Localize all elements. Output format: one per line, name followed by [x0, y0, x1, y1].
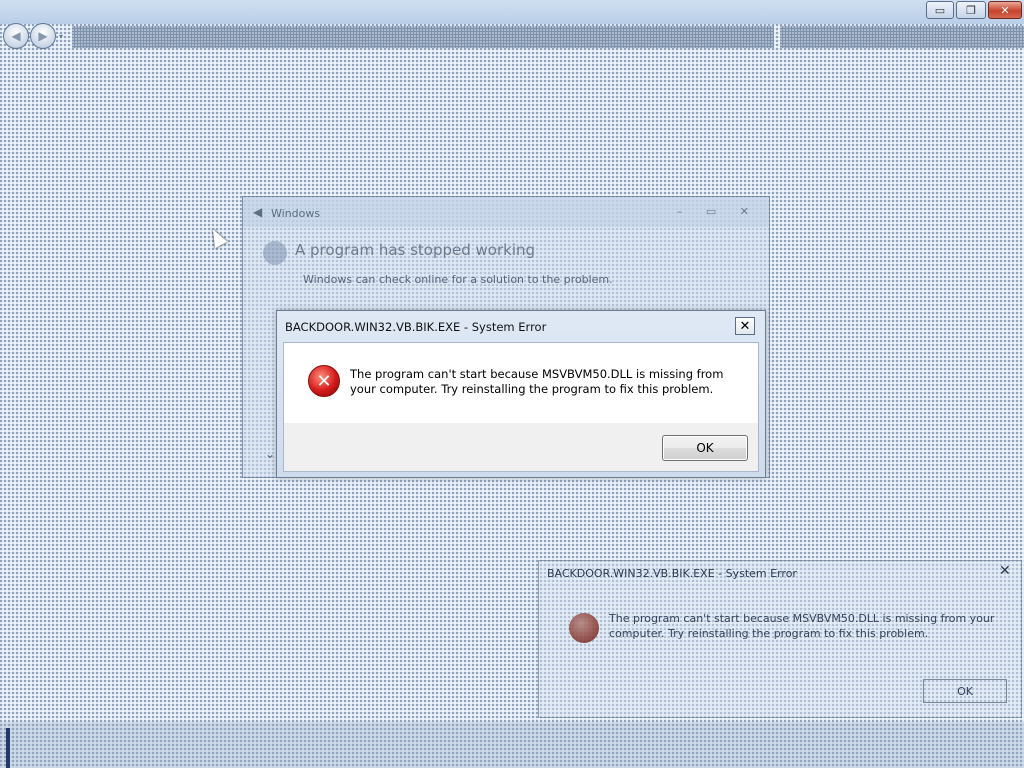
error-dialog-title: BACKDOOR.WIN32.VB.BIK.EXE - System Error [285, 320, 547, 334]
forward-button[interactable]: ▶ [30, 23, 56, 49]
error-x-glyph: ✕ [316, 370, 332, 392]
stopped-window-controls[interactable]: – ▭ ✕ [677, 205, 759, 218]
recent-pages-dropdown-icon[interactable]: ▾ [59, 32, 63, 41]
forward-arrow-icon: ▶ [38, 29, 48, 43]
ghost-dialog-title: BACKDOOR.WIN32.VB.BIK.EXE - System Error [547, 567, 797, 580]
search-box[interactable] [780, 26, 1024, 48]
maximize-button[interactable]: ❐ [956, 1, 986, 19]
system-error-dialog: BACKDOOR.WIN32.VB.BIK.EXE - System Error… [276, 310, 766, 478]
ok-button[interactable]: OK [662, 435, 748, 461]
bottom-panel [0, 722, 1024, 768]
scrollbar-edge [6, 728, 10, 768]
chevron-down-icon[interactable]: ⌄ [265, 447, 275, 461]
message-area: ✕ The program can't start because MSVBVM… [284, 343, 758, 423]
stopped-window-title: Windows [271, 207, 321, 220]
error-dialog-close-button[interactable]: ✕ [735, 317, 755, 335]
address-bar[interactable] [72, 26, 774, 48]
back-arrow-icon[interactable]: ◀ [253, 205, 262, 219]
ghost-error-message: The program can't start because MSVBVM50… [609, 612, 995, 640]
stopped-window-titlebar: ◀ Windows – ▭ ✕ [243, 197, 769, 227]
program-icon [263, 241, 287, 265]
close-icon: ✕ [739, 318, 751, 334]
stopped-body-text: Windows can check online for a solution … [303, 273, 613, 286]
back-arrow-icon: ◀ [11, 29, 21, 43]
error-icon [569, 613, 599, 643]
error-message: The program can't start because MSVBVM50… [350, 367, 724, 396]
back-button[interactable]: ◀ [3, 23, 29, 49]
ghost-ok-button[interactable]: OK [923, 679, 1007, 703]
background-titlebar: ▭ ❐ ✕ [0, 0, 1024, 24]
error-icon: ✕ [308, 365, 340, 397]
stopped-heading: A program has stopped working [295, 241, 536, 259]
close-icon[interactable]: ✕ [999, 563, 1011, 579]
minimize-button[interactable]: ▭ [926, 1, 954, 19]
ghost-error-dialog: BACKDOOR.WIN32.VB.BIK.EXE - System Error… [538, 560, 1022, 718]
error-dialog-titlebar[interactable]: BACKDOOR.WIN32.VB.BIK.EXE - System Error… [277, 311, 765, 339]
error-dialog-body: ✕ The program can't start because MSVBVM… [283, 342, 759, 472]
close-window-button[interactable]: ✕ [988, 1, 1022, 19]
